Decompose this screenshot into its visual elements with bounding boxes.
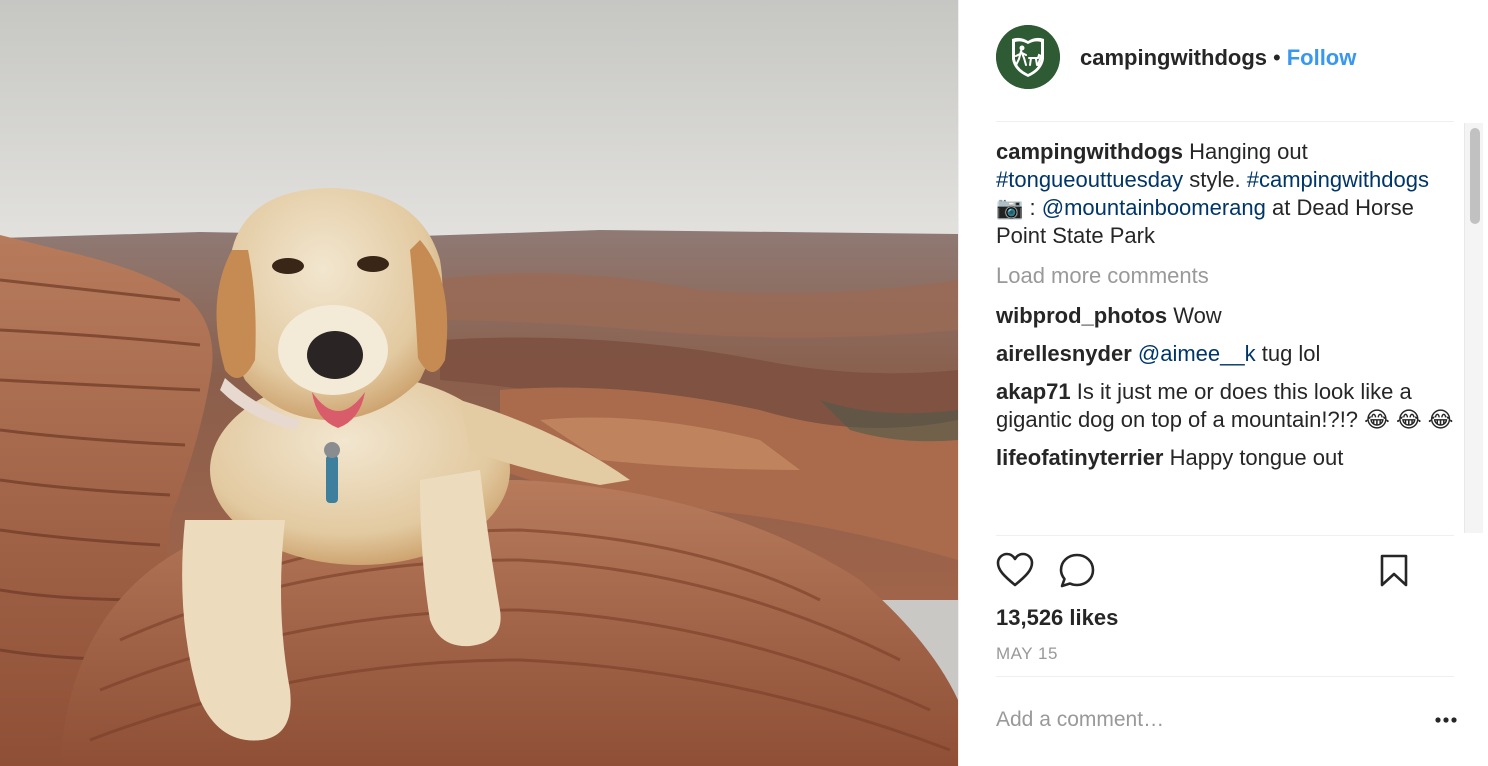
header-divider [996,121,1454,122]
comment-username[interactable]: airellesnyder [996,341,1132,366]
caption-text: style. [1183,167,1247,192]
add-comment-input[interactable] [996,704,1386,736]
likes-count[interactable]: 13,526 likes [996,604,1118,632]
post-actions [996,550,1454,594]
comment-input-divider [996,676,1454,677]
mention-link[interactable]: @aimee__k [1138,341,1256,366]
scrollbar-thumb[interactable] [1470,128,1480,224]
caption-username[interactable]: campingwithdogs [996,139,1183,164]
actions-divider [996,535,1454,536]
heart-icon[interactable] [996,552,1034,593]
comment-row: lifeofatinyterrier Happy tongue out [996,444,1454,472]
hashtag-link[interactable]: #campingwithdogs [1247,167,1429,192]
comments-scrollbar[interactable] [1464,123,1483,533]
more-options-icon[interactable] [1434,706,1458,734]
post-header: campingwithdogs • Follow [959,0,1488,120]
comment-username[interactable]: lifeofatinyterrier [996,445,1164,470]
comment-row: wibprod_photos Wow [996,302,1454,330]
post-photo-illustration [0,0,958,766]
comment-row: akap71 Is it just me or does this look l… [996,378,1454,434]
instagram-post: campingwithdogs • Follow campingwithdogs H… [0,0,1488,766]
post-username[interactable]: campingwithdogs [1080,45,1267,70]
load-more-comments-button[interactable]: Load more comments [996,262,1454,290]
hiker-with-dog-shield-icon [996,25,1060,89]
post-photo[interactable] [0,0,958,766]
camera-emoji: 📷 [996,195,1024,220]
caption-text: : [1023,195,1042,220]
caption-text: Hanging out [1183,139,1308,164]
post-details-panel: campingwithdogs • Follow campingwithdogs H… [958,0,1488,766]
comments-list: campingwithdogs Hanging out #tongueouttu… [996,138,1454,534]
comment-username[interactable]: wibprod_photos [996,303,1167,328]
comment-username[interactable]: akap71 [996,379,1071,404]
post-date[interactable]: MAY 15 [996,643,1058,665]
bookmark-icon[interactable] [1380,554,1408,593]
separator-dot: • [1273,45,1281,70]
header-text: campingwithdogs • Follow [1080,44,1356,72]
comment-text: Happy tongue out [1163,445,1344,470]
comment-row: airellesnyder @aimee__k tug lol [996,340,1454,368]
hashtag-link[interactable]: #tongueouttuesday [996,167,1183,192]
caption: campingwithdogs Hanging out #tongueouttu… [996,138,1454,250]
comment-bubble-icon[interactable] [1058,552,1096,595]
comment-text: tug lol [1255,341,1321,366]
follow-button[interactable]: Follow [1287,45,1357,70]
avatar[interactable] [996,25,1060,89]
mention-link[interactable]: @mountainboomerang [1042,195,1266,220]
comment-text: Wow [1167,303,1222,328]
